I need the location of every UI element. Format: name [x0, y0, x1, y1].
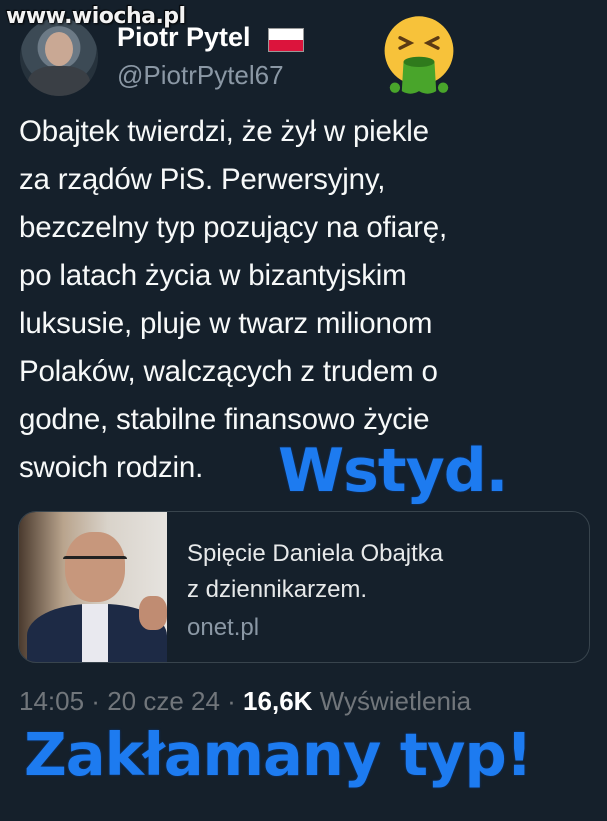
tweet-text: Obajtek twierdzi, że żył w piekle za rzą… — [19, 115, 447, 484]
watermark: www.wiocha.pl — [6, 4, 186, 29]
tweet-time[interactable]: 14:05 — [19, 686, 84, 716]
views-label: Wyświetlenia — [312, 686, 472, 716]
tweet-meta: 14:05 · 20 cze 24 · 16,6K Wyświetlenia — [19, 686, 471, 717]
avatar[interactable] — [20, 18, 98, 96]
overlay-caption-wstyd: Wstyd. — [278, 436, 508, 506]
views-count: 16,6K — [243, 686, 313, 716]
nauseated-vomit-icon — [384, 16, 454, 94]
author-handle[interactable]: @PiotrPytel67 — [117, 60, 284, 91]
meta-separator: · — [84, 686, 108, 716]
link-card-title: Spięcie Daniela Obajtka z dziennikarzem. — [187, 540, 444, 603]
poland-flag-icon — [268, 28, 304, 52]
link-card[interactable]: Spięcie Daniela Obajtka z dziennikarzem.… — [18, 511, 590, 663]
tweet-date[interactable]: 20 cze 24 — [107, 686, 220, 716]
link-card-domain: onet.pl — [187, 614, 260, 641]
overlay-caption-zaklamany: Zakłamany typ! — [24, 720, 533, 789]
meta-separator: · — [219, 686, 244, 716]
link-card-thumbnail — [19, 512, 167, 662]
